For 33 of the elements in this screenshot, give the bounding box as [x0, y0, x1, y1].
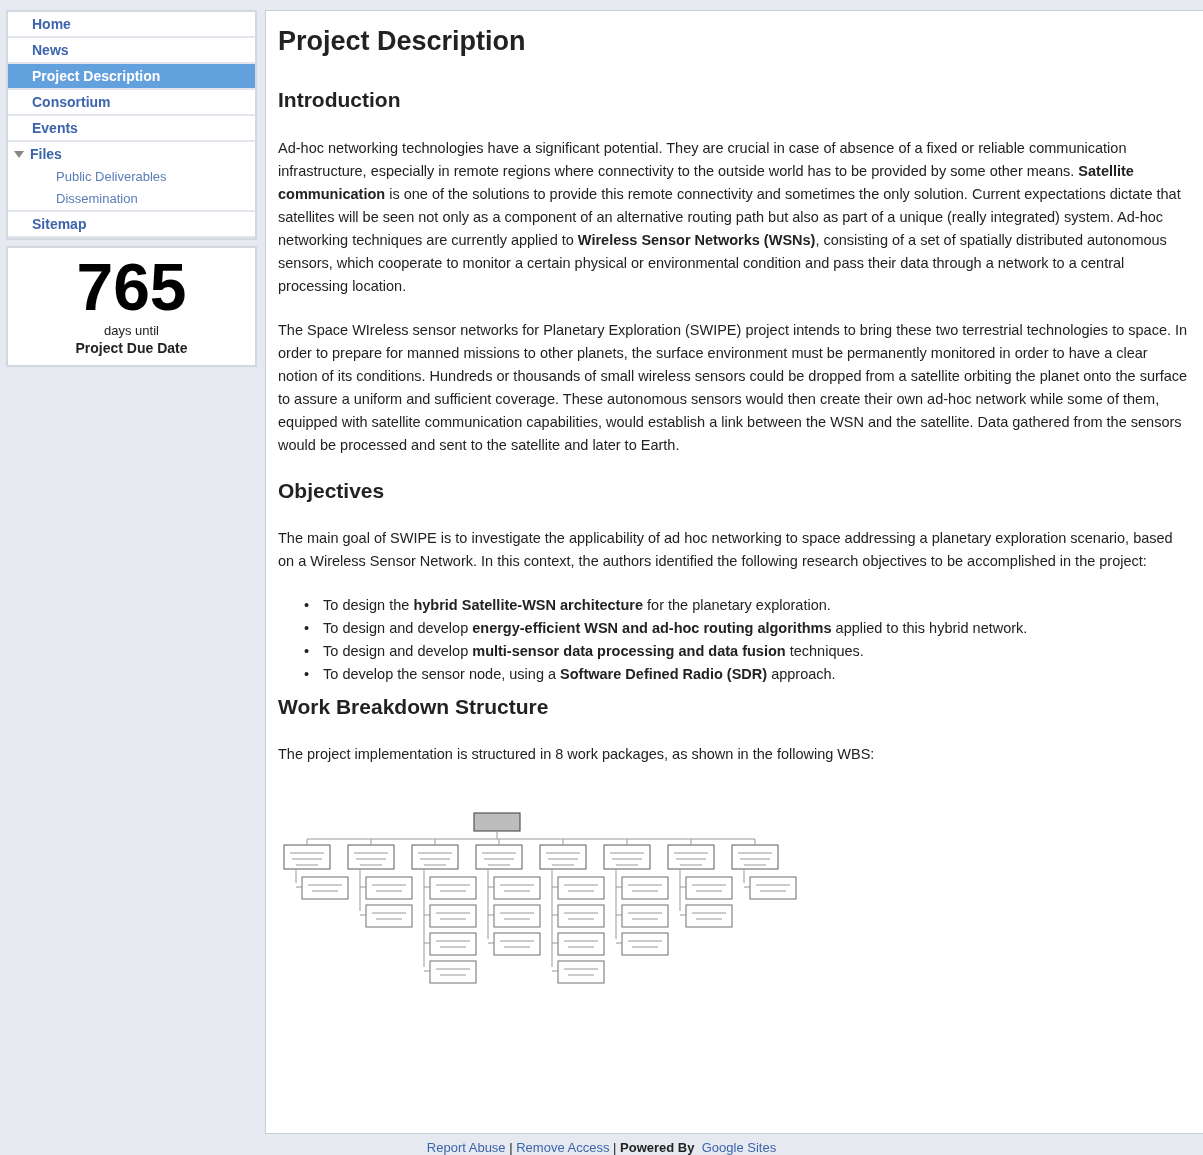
nav-link[interactable]: Sitemap	[8, 212, 255, 238]
paragraph: The project implementation is structured in 8 work packages, as shown in the following WBS:	[278, 744, 876, 764]
paragraph: The Space WIreless sensor networks for Planetary Exploration (SWIPE) project intends to bring these two terrestrial technologies to space. In order to prepare for manned missions to other planets, the surface environment must be permanently monitored in order to have a clear notion of its conditions. Hundreds or thousands of small wireless sensors could be dropped from a satellite orbiting the planet onto the surface to assure a uniform and sufficient coverage. These autonomous sensors would then create their own ad-hoc network while some of them, equipped with satellite communication capabilities, would establish a link between the WSN and the satellite. Data gathered from the sensors would be processed and sent to the satellite and later to Earth.	[278, 320, 1189, 455]
separator: |	[613, 1140, 617, 1155]
nav-link[interactable]: Files	[30, 145, 62, 163]
bullet-marker: •	[304, 618, 310, 638]
nav-link[interactable]: Events	[8, 116, 255, 142]
countdown-number: 765	[75, 250, 188, 324]
bullet-item: To develop the sensor node, using a Software Defined Radio (SDR) approach.	[323, 664, 836, 684]
bullet-marker: •	[304, 664, 310, 684]
bullet-item: To design and develop multi-sensor data processing and data fusion techniques.	[323, 641, 864, 661]
paragraph: The main goal of SWIPE is to investigate the applicability of ad hoc networking to space addressing a planetary exploration scenario, based on a Wireless Sensor Network. In this context, the authors identified the following research objectives to be accomplished in the project:	[278, 528, 1174, 571]
bullet-item: To design the hybrid Satellite-WSN architecture for the planetary exploration.	[323, 595, 831, 615]
bullet-marker: •	[304, 595, 310, 615]
footer-link[interactable]: Google Sites	[701, 1140, 777, 1155]
bullet-marker: •	[304, 641, 310, 661]
collapse-triangle-icon[interactable]	[14, 150, 24, 158]
nav-link[interactable]: Dissemination	[8, 188, 255, 210]
section-heading: Work Breakdown Structure	[278, 693, 550, 719]
nav-link[interactable]: Home	[8, 12, 255, 38]
paragraph: Ad-hoc networking technologies have a significant potential. They are crucial in case of absence of a fixed or reliable communication infrastructure, especially in remote regions where connectivity to the outside world has to be provided by some other means. Satellite communication is one of the solutions to provide this remote connectivity and sometimes the only solution. Current expectations dictate that satellites will be seen not only as a component of an alternative routing path but also as part of a unique (really integrated) system. Ad-hoc networking techniques are currently applied to Wireless Sensor Networks (WSNs), consisting of a set of spatially distributed autonomous sensors, which cooperate to monitor a certain physical or environmental condition and pass their data through a network to a central processing location.	[278, 138, 1182, 296]
nav-link[interactable]: Public Deliverables	[8, 166, 255, 188]
powered-by-text: Powered By	[620, 1140, 695, 1155]
nav-link[interactable]: Consortium	[8, 90, 255, 116]
countdown-caption: days until	[103, 324, 160, 338]
section-heading: Objectives	[278, 477, 386, 503]
footer-link[interactable]: Remove Access	[516, 1140, 610, 1155]
bullet-item: To design and develop energy-efficient WSN and ad-hoc routing algorithms applied to this hybrid network.	[323, 618, 1028, 638]
footer-link[interactable]: Report Abuse	[426, 1140, 506, 1155]
page-title: Project Description	[278, 25, 527, 58]
section-heading: Introduction	[278, 87, 402, 113]
countdown-target: Project Due Date	[74, 339, 189, 358]
separator: |	[509, 1140, 513, 1155]
